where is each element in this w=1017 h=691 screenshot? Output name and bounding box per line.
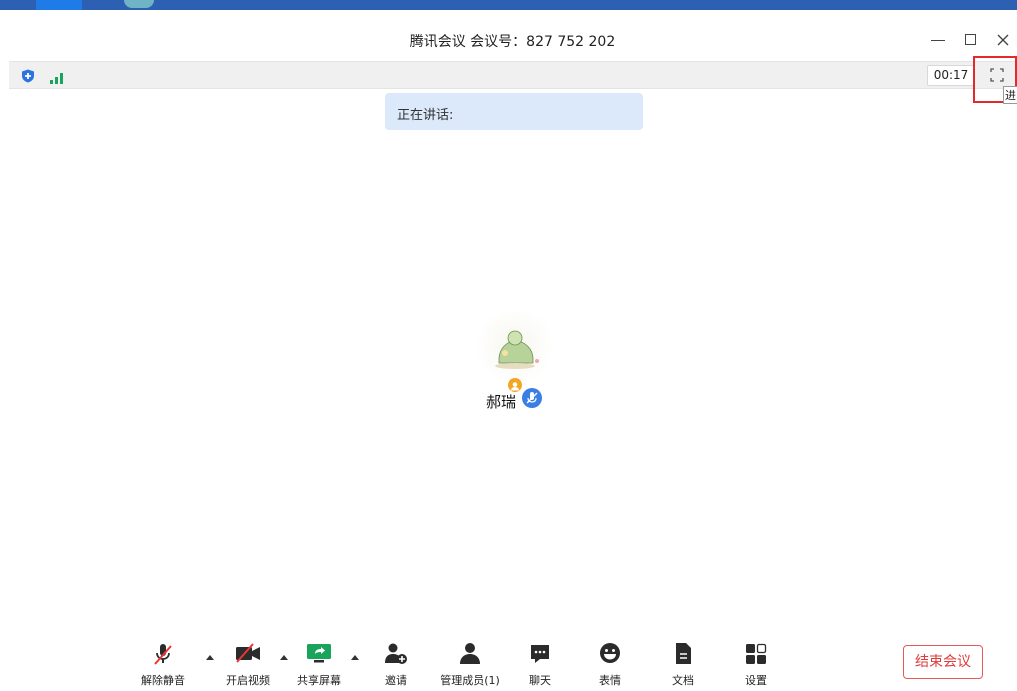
emoji-button[interactable]: 表情 (590, 642, 630, 688)
microphone-muted-icon (152, 642, 174, 670)
settings-icon (744, 642, 768, 670)
desktop-tab (36, 0, 82, 10)
security-shield-icon[interactable] (21, 68, 35, 83)
settings-label: 设置 (745, 674, 767, 687)
participant-mic-muted-icon (522, 388, 542, 408)
video-off-icon (234, 642, 262, 668)
invite-icon (383, 642, 409, 670)
emoji-icon (598, 642, 622, 670)
share-screen-icon (306, 642, 332, 668)
participant-name: 郝瑞 (486, 393, 517, 411)
manage-members-label: 管理成员(1) (440, 674, 500, 687)
chat-icon (528, 642, 552, 670)
settings-button[interactable]: 设置 (736, 642, 776, 688)
share-screen-button[interactable]: 共享屏幕 (292, 642, 346, 688)
close-icon[interactable] (995, 32, 1011, 48)
meeting-info-bar: 00:17 (9, 61, 1017, 89)
meeting-timer: 00:17 (927, 65, 975, 86)
title-bar: 腾讯会议 会议号：827 752 202 (8, 10, 1017, 61)
start-video-label: 开启视频 (226, 674, 270, 687)
maximize-icon[interactable] (963, 32, 979, 48)
participant-avatar[interactable] (475, 311, 555, 381)
chat-button[interactable]: 聊天 (520, 642, 560, 688)
documents-label: 文档 (672, 674, 694, 687)
host-badge-icon (508, 378, 522, 392)
share-options-caret[interactable] (351, 655, 359, 660)
unmute-label: 解除静音 (141, 674, 185, 687)
share-screen-label: 共享屏幕 (297, 674, 341, 687)
start-video-button[interactable]: 开启视频 (220, 642, 276, 688)
minimize-icon[interactable] (930, 32, 946, 48)
audio-options-caret[interactable] (206, 655, 214, 660)
documents-button[interactable]: 文档 (663, 642, 703, 688)
end-meeting-button[interactable]: 结束会议 (903, 645, 983, 679)
chat-label: 聊天 (529, 674, 551, 687)
invite-button[interactable]: 邀请 (376, 642, 416, 688)
video-options-caret[interactable] (280, 655, 288, 660)
desktop-taskbar-strip (0, 0, 1017, 10)
members-icon (457, 642, 483, 670)
network-signal-icon[interactable] (49, 69, 65, 84)
unmute-button[interactable]: 解除静音 (136, 642, 190, 688)
window-title: 腾讯会议 会议号：827 752 202 (409, 34, 616, 50)
speaking-label: 正在讲话: (397, 108, 454, 123)
fullscreen-tooltip: 进 (1003, 86, 1017, 104)
document-icon (672, 642, 694, 670)
desktop-icon-fragment (124, 0, 154, 8)
emoji-label: 表情 (599, 674, 621, 687)
manage-members-button[interactable]: 管理成员(1) (435, 642, 505, 688)
fullscreen-icon[interactable] (982, 65, 1012, 85)
speaking-banner: 正在讲话: (385, 93, 643, 130)
invite-label: 邀请 (385, 674, 407, 687)
